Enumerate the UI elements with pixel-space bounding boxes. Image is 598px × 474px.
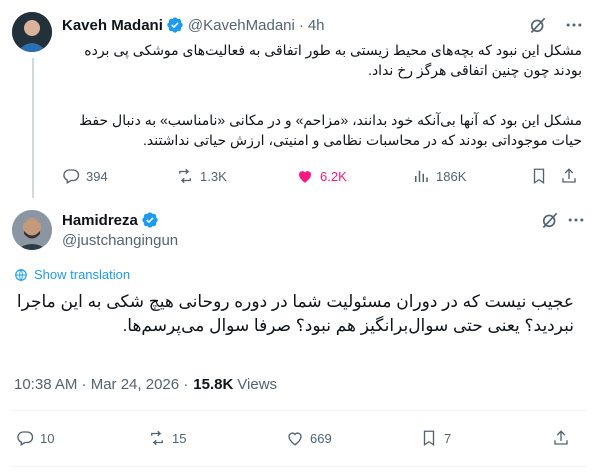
- share-icon: [554, 430, 568, 445]
- reply-icon: [63, 169, 80, 184]
- show-translation-link[interactable]: Show translation: [14, 267, 130, 282]
- tweet-time[interactable]: 4h: [308, 17, 325, 34]
- bookmark-icon: [533, 168, 545, 185]
- like-icon: [288, 432, 302, 446]
- more-icon[interactable]: [566, 210, 586, 230]
- like-button[interactable]: 669: [286, 428, 332, 448]
- reply-button[interactable]: 394: [62, 166, 108, 186]
- separator-dot: ·: [298, 16, 304, 34]
- parent-tweet-header: Kaveh Madani @KavehMadani · 4h: [62, 15, 586, 35]
- like-count: 6.2K: [320, 168, 347, 184]
- show-translation-label[interactable]: Show translation: [34, 267, 130, 282]
- more-icon[interactable]: [564, 15, 584, 35]
- translate-icon: [15, 268, 27, 281]
- reply-meta: 10:38 AM · Mar 24, 2026 · 15.8K Views: [14, 376, 277, 393]
- repost-count: 15: [172, 430, 187, 446]
- reply-views-label: Views: [237, 376, 278, 393]
- like-count: 669: [310, 430, 332, 446]
- avatar-kaveh[interactable]: [12, 12, 52, 52]
- repost-icon: [151, 430, 163, 446]
- views-icon: [415, 170, 428, 182]
- author-handle[interactable]: @KavehMadani: [188, 17, 295, 34]
- reply-header-icons: [0, 210, 598, 230]
- repost-icon: [179, 168, 191, 184]
- reply-tweet-text: عجیب نیست که در دوران مسئولیت شما در دور…: [16, 292, 574, 335]
- grok-icon[interactable]: [540, 210, 560, 230]
- share-icon: [562, 168, 576, 183]
- bookmark-icon: [423, 430, 435, 447]
- reply-views-count: 15.8K: [193, 376, 234, 393]
- bookmark-button[interactable]: 7: [420, 428, 451, 448]
- bookmark-button[interactable]: [530, 166, 548, 186]
- parent-action-bar: 394 1.3K 6.2K 186K: [0, 166, 598, 186]
- grok-icon[interactable]: [528, 15, 548, 35]
- repost-button[interactable]: 1.3K: [176, 166, 227, 186]
- reply-author-handle[interactable]: @justchangingun: [62, 232, 178, 249]
- repost-button[interactable]: 15: [148, 428, 186, 448]
- reply-timestamp[interactable]: 10:38 AM · Mar 24, 2026 ·: [14, 376, 188, 393]
- author-name[interactable]: Kaveh Madani: [62, 17, 163, 34]
- parent-tweet-paragraph-2: مشکل این بود که آنها بی‌آنکه خود بدانند،…: [79, 112, 582, 148]
- bookmark-count: 7: [444, 430, 452, 446]
- divider: [12, 410, 586, 411]
- repost-count: 1.3K: [200, 168, 227, 184]
- parent-tweet-paragraph-1: مشکل این نبود که بچه‌های محیط زیستی به ط…: [84, 42, 582, 78]
- views-button[interactable]: 186K: [412, 166, 466, 186]
- divider: [12, 466, 586, 467]
- reply-icon: [17, 431, 34, 446]
- like-button[interactable]: 6.2K: [296, 166, 347, 186]
- share-button[interactable]: [560, 166, 578, 186]
- views-count: 186K: [436, 168, 467, 184]
- verified-badge-icon: [166, 16, 184, 34]
- reply-button[interactable]: 10: [16, 428, 54, 448]
- reply-action-bar: 10 15 669 7: [0, 428, 598, 450]
- reply-count: 394: [86, 168, 108, 184]
- reply-count: 10: [40, 430, 55, 446]
- share-button[interactable]: [552, 428, 570, 448]
- like-icon: [299, 171, 311, 183]
